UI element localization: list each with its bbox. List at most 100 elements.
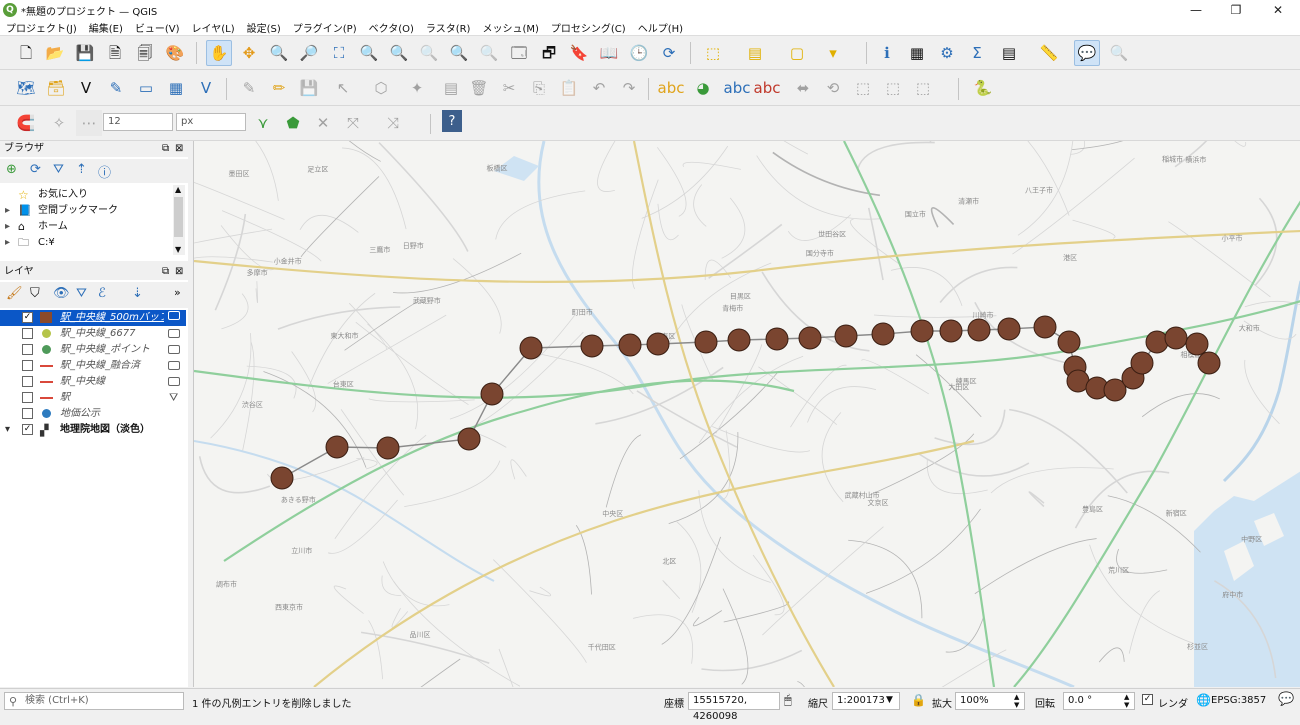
menu-processing[interactable]: プロセシング(C) bbox=[545, 20, 632, 35]
layer-checkbox[interactable] bbox=[22, 328, 33, 339]
station-buffer-circle[interactable] bbox=[1130, 351, 1154, 375]
filter-browser-icon[interactable]: ⛛ bbox=[53, 162, 64, 177]
toggle-extents-icon[interactable]: 🖱 bbox=[784, 693, 792, 708]
station-buffer-circle[interactable] bbox=[997, 317, 1021, 341]
help-icon[interactable]: ? bbox=[442, 110, 462, 132]
station-buffer-circle[interactable] bbox=[646, 332, 670, 356]
snapping-tolerance-input[interactable]: 12 bbox=[103, 113, 173, 131]
collapse-all-icon[interactable]: ⇡ bbox=[76, 162, 87, 177]
locator-search-input[interactable]: 検索 (Ctrl+K) bbox=[4, 692, 184, 710]
temporal-controller-icon[interactable]: 🕒 bbox=[626, 40, 652, 66]
select-location-icon[interactable]: ▾ bbox=[820, 40, 846, 66]
snap-intersection-icon[interactable]: ✕ bbox=[310, 110, 336, 136]
statistics-icon[interactable]: Σ bbox=[964, 40, 990, 66]
menu-settings[interactable]: 設定(S) bbox=[241, 20, 287, 35]
layer-checkbox[interactable] bbox=[22, 376, 33, 387]
add-delimited-text-icon[interactable]: ✎ bbox=[103, 75, 129, 101]
station-buffer-circle[interactable] bbox=[519, 336, 543, 360]
rotate-label-icon[interactable]: ⟲ bbox=[820, 75, 846, 101]
avoid-overlap-icon[interactable]: ⬟ bbox=[280, 110, 306, 136]
tracing-icon[interactable]: ⤨ bbox=[380, 110, 406, 136]
snapping-unit-select[interactable]: px bbox=[176, 113, 246, 131]
station-buffer-circle[interactable] bbox=[1057, 330, 1081, 354]
new-map-view-icon[interactable]: 🗔 bbox=[506, 40, 532, 66]
layer-item[interactable]: 駅_中央線_6677 bbox=[0, 326, 180, 342]
style-manager-icon[interactable]: 🎨 bbox=[162, 40, 188, 66]
layer-item[interactable]: ✓ 駅_中央線_500mバッファ bbox=[0, 310, 186, 326]
show-hide-labels-icon[interactable]: abc bbox=[754, 75, 781, 101]
crs-globe-icon[interactable]: 🌐 bbox=[1196, 693, 1211, 707]
paste-features-icon[interactable]: 📋 bbox=[556, 75, 582, 101]
zoom-last-icon[interactable]: 🔍 bbox=[446, 40, 472, 66]
browser-item-bookmarks[interactable]: ▸ 📘 空間ブックマーク bbox=[0, 203, 180, 219]
station-buffer-circle[interactable] bbox=[376, 436, 400, 460]
zoom-next-icon[interactable]: 🔍 bbox=[476, 40, 502, 66]
menu-mesh[interactable]: メッシュ(M) bbox=[476, 20, 544, 35]
new-bookmark-icon[interactable]: 🔖 bbox=[566, 40, 592, 66]
open-attribute-table-icon[interactable] bbox=[168, 377, 180, 386]
open-project-icon[interactable]: 📂 bbox=[42, 40, 68, 66]
add-vector-layer-icon[interactable]: ▭ bbox=[133, 75, 159, 101]
modify-attributes-icon[interactable]: ✦ bbox=[404, 75, 430, 101]
change-label-icon[interactable]: ⬚ bbox=[850, 75, 876, 101]
map-tips-icon[interactable]: 💬 bbox=[1074, 40, 1100, 66]
station-buffer-circle[interactable] bbox=[457, 427, 481, 451]
filter-icon[interactable]: ⛛ bbox=[169, 390, 178, 406]
menu-vector[interactable]: ベクタ(O) bbox=[363, 20, 420, 35]
station-buffer-circle[interactable] bbox=[1033, 315, 1057, 339]
station-buffer-circle[interactable] bbox=[967, 318, 991, 342]
menu-raster[interactable]: ラスタ(R) bbox=[420, 20, 477, 35]
identify-features-icon[interactable]: ℹ bbox=[874, 40, 900, 66]
layer-diagram-icon[interactable]: ◕ bbox=[690, 75, 716, 101]
self-snapping-icon[interactable]: ⤧ bbox=[340, 110, 366, 136]
station-buffer-circle[interactable] bbox=[834, 324, 858, 348]
snapping-mode-icon[interactable]: ✧ bbox=[46, 110, 72, 136]
snapping-magnet-icon[interactable]: 🧲 bbox=[13, 110, 39, 136]
open-field-calculator-icon[interactable]: ▤ bbox=[996, 40, 1022, 66]
panel-float-icon[interactable]: ⧉ bbox=[162, 266, 169, 277]
redo-icon[interactable]: ↷ bbox=[616, 75, 642, 101]
digitize-icon[interactable]: ↖ bbox=[330, 75, 356, 101]
measure-line-icon[interactable]: 📏 bbox=[1036, 40, 1062, 66]
station-buffer-circle[interactable] bbox=[1185, 332, 1209, 356]
station-buffer-circle[interactable] bbox=[910, 319, 934, 343]
zoom-native-icon[interactable]: 🔍 bbox=[416, 40, 442, 66]
station-buffer-circle[interactable] bbox=[871, 322, 895, 346]
refresh-icon[interactable]: ⟳ bbox=[656, 40, 682, 66]
add-selected-layers-icon[interactable]: ⊕ bbox=[6, 162, 17, 177]
render-checkbox[interactable]: ✓ bbox=[1142, 694, 1153, 705]
select-features-icon[interactable]: ⬚ bbox=[700, 40, 726, 66]
maximize-button[interactable]: ❐ bbox=[1216, 0, 1256, 20]
browser-scrollbar[interactable]: ▲ ▼ bbox=[173, 185, 185, 255]
add-raster-layer-icon[interactable]: ▦ bbox=[163, 75, 189, 101]
vertex-tool-icon[interactable]: ⬡ bbox=[368, 75, 394, 101]
zoom-full-icon[interactable]: ⛶ bbox=[326, 40, 352, 66]
menu-view[interactable]: ビュー(V) bbox=[129, 20, 186, 35]
python-console-icon[interactable]: 🐍 bbox=[970, 75, 996, 101]
expand-all-icon[interactable]: ⇣ bbox=[132, 286, 143, 301]
panel-close-icon[interactable]: ⊠ bbox=[175, 266, 183, 277]
pan-to-selection-icon[interactable]: ✥ bbox=[236, 40, 262, 66]
save-project-icon[interactable]: 💾 bbox=[72, 40, 98, 66]
layer-item[interactable]: 地価公示 bbox=[0, 406, 180, 422]
station-buffer-circle[interactable] bbox=[694, 330, 718, 354]
new-geopackage-layer-icon[interactable]: 🗃 bbox=[43, 75, 69, 101]
open-attribute-table-icon[interactable] bbox=[168, 311, 180, 320]
new-3d-view-icon[interactable]: 🗗 bbox=[536, 40, 562, 66]
new-shapefile-layer-icon[interactable]: V bbox=[73, 75, 99, 101]
magnifier-spin-icon[interactable]: ▲ ▼ bbox=[1014, 693, 1019, 709]
copy-features-icon[interactable]: ⎘ bbox=[526, 75, 552, 101]
add-group-icon[interactable]: ⛉ bbox=[30, 286, 40, 301]
zoom-out-icon[interactable]: 🔎 bbox=[296, 40, 322, 66]
label-properties-icon[interactable]: ⬚ bbox=[910, 75, 936, 101]
browser-item-favorites[interactable]: ☆ お気に入り bbox=[0, 187, 180, 203]
pin-labels-icon[interactable]: abc bbox=[724, 75, 751, 101]
snapping-type-icon[interactable]: ⋯ bbox=[76, 110, 102, 136]
open-attribute-table-icon[interactable] bbox=[168, 329, 180, 338]
data-source-manager-icon[interactable]: 🗺 bbox=[13, 75, 39, 101]
current-edits-icon[interactable]: ✎ bbox=[236, 75, 262, 101]
layout-manager-icon[interactable]: 🗐 bbox=[132, 40, 158, 66]
show-bookmarks-icon[interactable]: 📖 bbox=[596, 40, 622, 66]
save-edits-icon[interactable]: 💾 bbox=[296, 75, 322, 101]
layer-styling-icon[interactable]: 🖌 bbox=[6, 286, 23, 301]
